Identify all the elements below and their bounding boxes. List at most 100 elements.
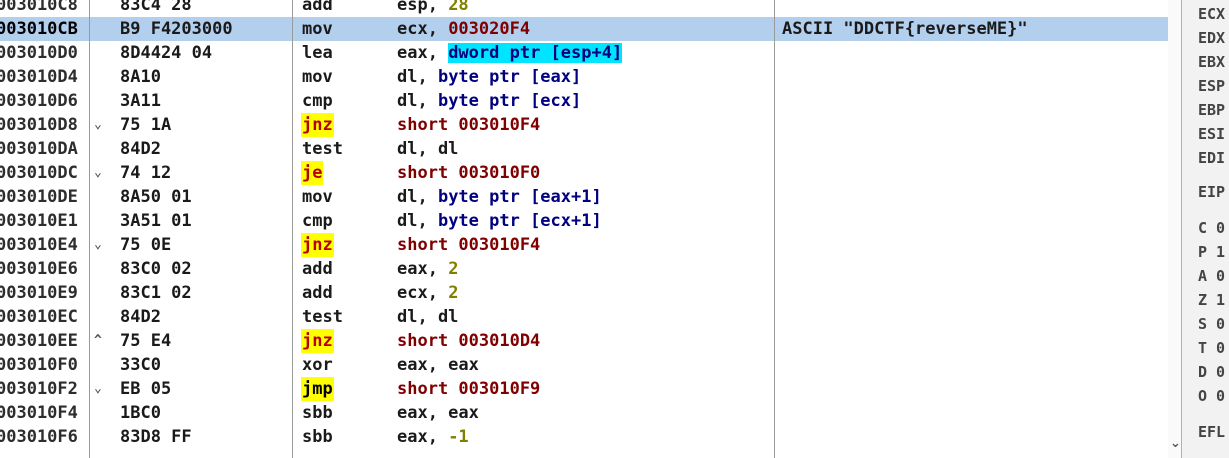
disasm-row[interactable]: 003010E6 83C0 02 add eax, 2	[0, 257, 1168, 281]
operand-part: byte ptr [eax]	[437, 67, 582, 87]
disasm-row[interactable]: 003010F6 83D8 FF sbb eax, -1	[0, 425, 1168, 449]
operand-part: 003020F4	[448, 19, 531, 39]
mnemonic: add	[302, 259, 333, 279]
operands: dl, byte ptr [ecx]	[397, 89, 581, 113]
hex-bytes: 83C0 02	[120, 259, 192, 279]
hex-bytes: 75 1A	[120, 115, 172, 135]
comment: ASCII "DDCTF{reverseME}"	[782, 19, 1028, 39]
operand-part: esp,	[397, 0, 449, 15]
disasm-row[interactable]: 003010D8 ⌄ 75 1A jnz short 003010F4	[0, 113, 1168, 137]
disasm-row[interactable]: 003010DE 8A50 01 mov dl, byte ptr [eax+1]	[0, 185, 1168, 209]
disasm-row[interactable]: 003010E9 83C1 02 add ecx, 2	[0, 281, 1168, 305]
register-label: EBP	[1198, 101, 1226, 119]
register-label: C 0	[1198, 219, 1226, 237]
column-divider	[89, 0, 90, 458]
operand-part: 2	[448, 259, 459, 279]
address: 003010F0	[0, 355, 78, 375]
operand-part: eax, eax	[397, 403, 479, 423]
register-label: O 0	[1198, 387, 1226, 405]
disasm-row[interactable]: 003010D6 3A11 cmp dl, byte ptr [ecx]	[0, 89, 1168, 113]
disasm-row[interactable]: 003010EE ^ 75 E4 jnz short 003010D4	[0, 329, 1168, 353]
registers-panel: ECX EDX EBX ESP EBP ESI EDI EIP C 0 P 1 A 0 Z 1 S 0 T…	[1181, 0, 1229, 458]
operand-part: dl, dl	[397, 307, 459, 327]
operands: eax, -1	[397, 425, 469, 449]
disasm-row[interactable]: 003010DA 84D2 test dl, dl	[0, 137, 1168, 161]
disasm-row[interactable]: 003010D0 8D4424 04 lea eax, dword ptr [esp+…	[0, 41, 1168, 65]
operand-part: byte ptr [ecx+1]	[437, 211, 602, 231]
register-label: ECX	[1198, 5, 1226, 23]
operand-part: dl,	[397, 91, 438, 111]
operand-part: ecx,	[397, 19, 449, 39]
disasm-row[interactable]: 003010E4 ⌄ 75 0E jnz short 003010F4	[0, 233, 1168, 257]
operands: dl, byte ptr [ecx+1]	[397, 209, 602, 233]
operands: dl, byte ptr [eax]	[397, 65, 581, 89]
mnemonic: lea	[302, 43, 333, 63]
disasm-row[interactable]: 003010F4 1BC0 sbb eax, eax	[0, 401, 1168, 425]
address: 003010CB	[0, 19, 78, 39]
operand-part: eax, eax	[397, 355, 479, 375]
operand-part: eax,	[397, 259, 449, 279]
disasm-row[interactable]: 003010CB B9 F4203000 mov ecx, 003020F4 ASCII…	[0, 17, 1168, 41]
hex-bytes: 8D4424 04	[120, 43, 213, 63]
address: 003010C8	[0, 0, 78, 15]
disasm-row[interactable]: 003010C8 83C4 28 add esp, 28	[0, 0, 1168, 17]
hex-bytes: 75 E4	[120, 331, 172, 351]
address: 003010DA	[0, 139, 78, 159]
disasm-row[interactable]: 003010EC 84D2 test dl, dl	[0, 305, 1168, 329]
jump-down-icon: ⌄	[94, 165, 102, 180]
operands: short 003010F9	[397, 377, 540, 401]
hex-bytes: 3A51 01	[120, 211, 192, 231]
operand-part: 2	[448, 283, 459, 303]
operands: short 003010F4	[397, 113, 540, 137]
register-label: Z 1	[1198, 291, 1226, 309]
disasm-row[interactable]: 003010E1 3A51 01 cmp dl, byte ptr [ecx+1]	[0, 209, 1168, 233]
hex-bytes: 8A50 01	[120, 187, 192, 207]
address: 003010F4	[0, 403, 78, 423]
operands: eax, dword ptr [esp+4]	[397, 41, 623, 65]
operand-part: byte ptr [eax+1]	[437, 187, 602, 207]
operands: dl, dl	[397, 137, 458, 161]
mnemonic: je	[301, 161, 324, 185]
operands: dl, byte ptr [eax+1]	[397, 185, 602, 209]
hex-bytes: 83C1 02	[120, 283, 192, 303]
mnemonic: jmp	[301, 377, 334, 401]
jump-up-icon: ^	[94, 333, 102, 348]
hex-bytes: 3A11	[120, 91, 161, 111]
register-label: EFL	[1198, 423, 1226, 441]
address: 003010D4	[0, 67, 78, 87]
disasm-row[interactable]: 003010F0 33C0 xor eax, eax	[0, 353, 1168, 377]
mnemonic: xor	[302, 355, 333, 375]
mnemonic: cmp	[302, 211, 333, 231]
hex-bytes: 84D2	[120, 307, 161, 327]
mnemonic: mov	[302, 19, 333, 39]
operands: ecx, 003020F4	[397, 17, 530, 41]
operand-part: dl, dl	[397, 139, 459, 159]
disassembly-view[interactable]: 003010C8 83C4 28 add esp, 28 003010CB B9 F420…	[0, 0, 1168, 449]
chevron-down-icon[interactable]: ⌄	[1170, 436, 1181, 451]
register-label: T 0	[1198, 339, 1226, 357]
address: 003010EE	[0, 331, 78, 351]
disasm-row[interactable]: 003010F2 ⌄ EB 05 jmp short 003010F9	[0, 377, 1168, 401]
disasm-row[interactable]: 003010DC ⌄ 74 12 je short 003010F0	[0, 161, 1168, 185]
operand-part: short 003010F9	[397, 379, 541, 399]
operand-part: dl,	[397, 211, 438, 231]
address: 003010E1	[0, 211, 78, 231]
highlighted-operand: dword ptr [esp+4]	[448, 43, 623, 63]
hex-bytes: 84D2	[120, 139, 161, 159]
hex-bytes: 75 0E	[120, 235, 172, 255]
disasm-row[interactable]: 003010D4 8A10 mov dl, byte ptr [eax]	[0, 65, 1168, 89]
address: 003010D0	[0, 43, 78, 63]
hex-bytes: 74 12	[120, 163, 172, 183]
mnemonic: mov	[302, 67, 333, 87]
operands: short 003010D4	[397, 329, 540, 353]
address: 003010E4	[0, 235, 78, 255]
register-label: EBX	[1198, 53, 1226, 71]
mnemonic: jnz	[301, 233, 334, 257]
vertical-scrollbar[interactable]	[1168, 0, 1181, 458]
operands: short 003010F4	[397, 233, 540, 257]
address: 003010F2	[0, 379, 78, 399]
operands: eax, eax	[397, 401, 479, 425]
operand-part: byte ptr [ecx]	[437, 91, 582, 111]
mnemonic: sbb	[302, 403, 333, 423]
hex-bytes: 1BC0	[120, 403, 161, 423]
